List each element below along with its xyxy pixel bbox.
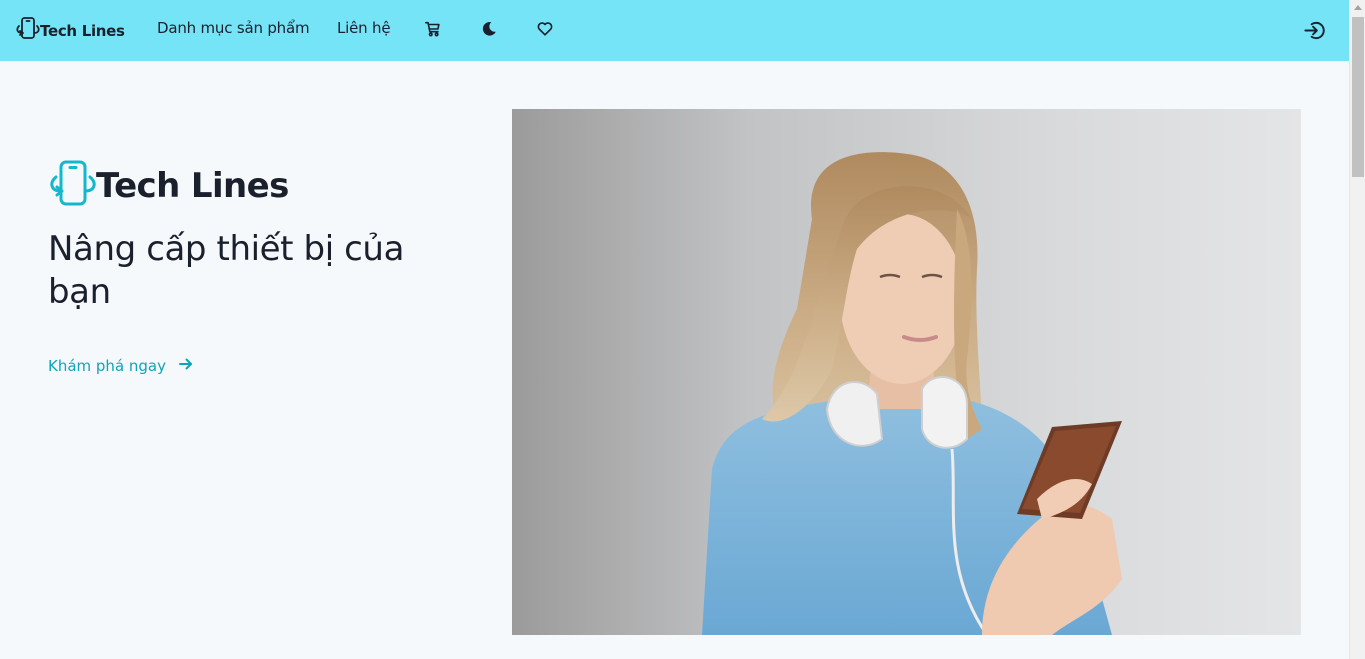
phone-logo-icon <box>15 16 41 46</box>
heart-icon[interactable] <box>535 19 555 39</box>
scroll-up-arrow-icon[interactable] <box>1354 5 1362 10</box>
login-icon[interactable] <box>1302 18 1326 42</box>
explore-now-label: Khám phá ngay <box>48 357 167 375</box>
brand-name: Tech Lines <box>40 22 125 40</box>
nav-link-contact[interactable]: Liên hệ <box>337 19 391 37</box>
explore-now-link[interactable]: Khám phá ngay <box>48 356 194 376</box>
phone-logo-icon <box>48 159 98 213</box>
scrollbar-thumb[interactable] <box>1352 17 1364 177</box>
page-scrollbar[interactable] <box>1349 0 1365 659</box>
hero-logo: Tech Lines <box>48 159 289 213</box>
hero-title: Nâng cấp thiết bị của bạn <box>48 229 405 312</box>
brand-link[interactable]: Tech Lines <box>15 16 125 46</box>
top-navbar: Tech Lines Danh mục sản phẩm Liên hệ <box>0 0 1349 61</box>
nav-link-categories[interactable]: Danh mục sản phẩm <box>157 19 310 37</box>
arrow-right-icon <box>166 356 194 376</box>
cart-icon[interactable] <box>423 19 443 39</box>
moon-icon[interactable] <box>479 19 499 39</box>
hero-brand-name: Tech Lines <box>96 166 289 206</box>
hero-image <box>512 109 1301 635</box>
